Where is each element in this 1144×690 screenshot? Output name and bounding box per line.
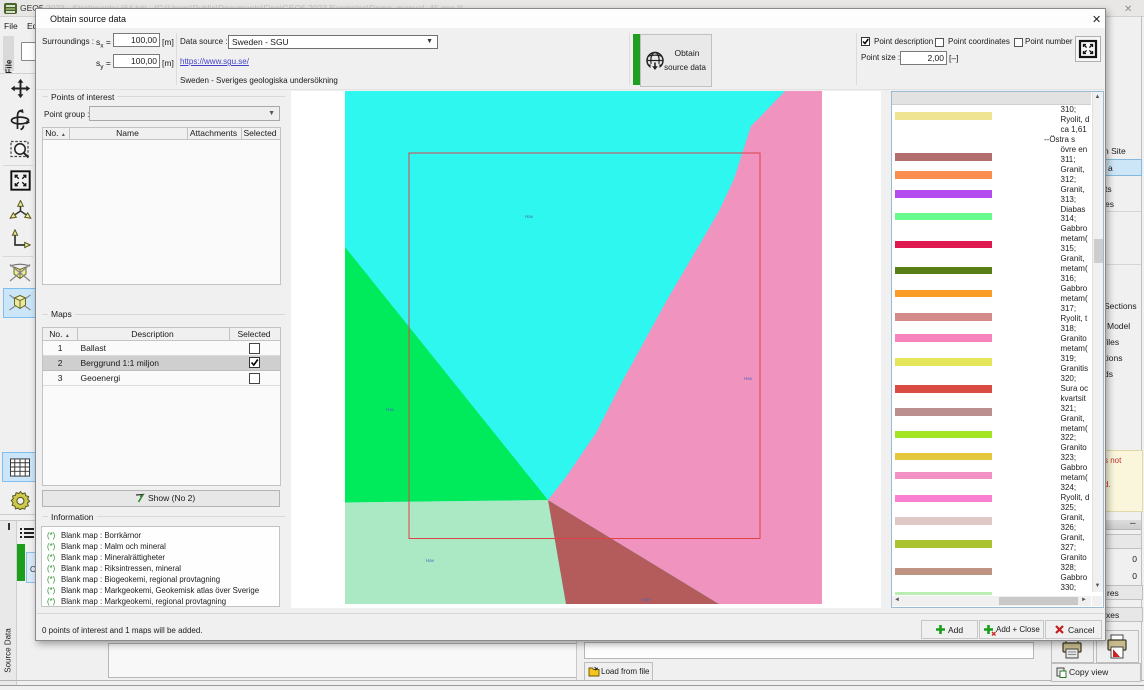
svg-text:Hav: Hav [426,558,435,563]
svg-text:Hav: Hav [386,407,395,412]
svg-text:Hav: Hav [642,597,651,602]
svg-text:Hav: Hav [525,214,534,219]
svg-text:Hav: Hav [744,376,753,381]
